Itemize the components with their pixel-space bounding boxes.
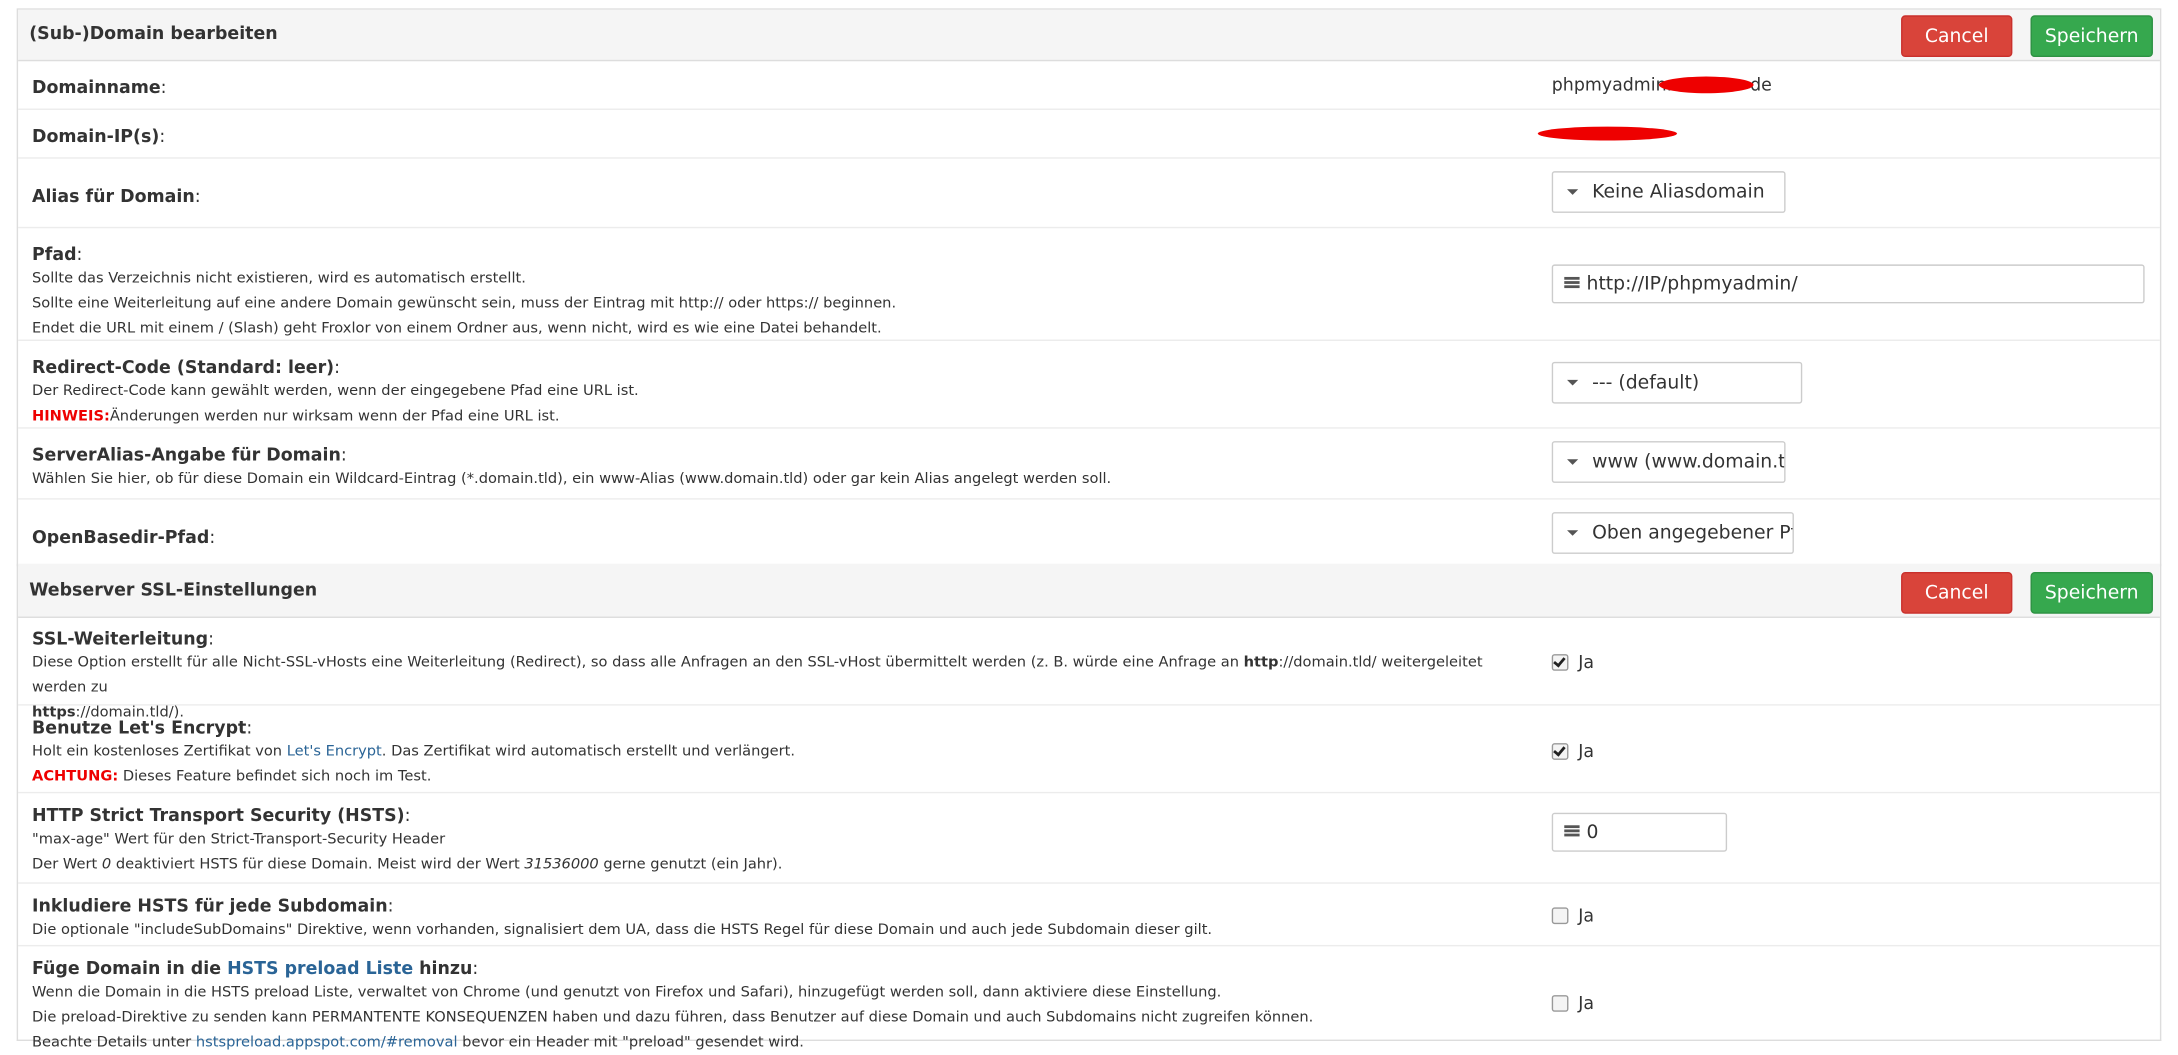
- redirect-hint: HINWEIS:Änderungen werden nur wirksam we…: [32, 407, 560, 425]
- ssl-redirect-label: SSL-Weiterleitung: [32, 627, 209, 649]
- hsts-subdomain-label: Inkludiere HSTS für jede Subdomain: [32, 894, 388, 916]
- domainname-label: Domainname: [32, 76, 161, 98]
- serveralias-desc: Wählen Sie hier, ob für diese Domain ein…: [32, 470, 1112, 488]
- redirect-code-select[interactable]: --- (default): [1551, 361, 1803, 404]
- ssl-redirect-desc: Diese Option erstellt für alle Nicht-SSL…: [32, 654, 1483, 696]
- ssl-settings-panel: Webserver SSL-Einstellungen Cancel Speic…: [16, 563, 2162, 1051]
- letsencrypt-label: Benutze Let's Encrypt: [32, 716, 247, 738]
- checkbox-checked-icon: [1551, 653, 1569, 671]
- row-pfad: Pfad: Sollte das Verzeichnis nicht exist…: [18, 228, 2160, 341]
- hsts-preload-desc: Die preload-Direktive zu senden kann PER…: [32, 1008, 1314, 1026]
- row-hsts-preload: Füge Domain in die HSTS preload Liste hi…: [18, 946, 2160, 1050]
- checkbox-unchecked-icon: [1551, 906, 1569, 924]
- redirect-label: Redirect-Code (Standard: leer): [32, 356, 335, 378]
- hsts-preload-checkbox[interactable]: Ja: [1551, 992, 1594, 1013]
- serveralias-select[interactable]: www (www.domain.tld): [1551, 441, 1786, 483]
- hsts-maxage-input[interactable]: 0: [1551, 812, 1728, 852]
- hsts-desc: "max-age" Wert für den Strict-Transport-…: [32, 830, 446, 848]
- chevron-down-icon: [1567, 189, 1579, 195]
- row-serveralias: ServerAlias-Angabe für Domain: Wählen Si…: [18, 429, 2160, 500]
- row-letsencrypt: Benutze Let's Encrypt: Holt ein kostenlo…: [18, 706, 2160, 794]
- checkbox-checked-icon: [1551, 742, 1569, 760]
- letsencrypt-desc: Holt ein kostenloses Zertifikat von Let'…: [32, 743, 796, 760]
- save-button[interactable]: Speichern: [2030, 15, 2153, 58]
- openbasedir-label: OpenBasedir-Pfad: [32, 526, 210, 547]
- chevron-down-icon: [1567, 379, 1579, 386]
- save-button[interactable]: Speichern: [2030, 571, 2153, 614]
- letsencrypt-link[interactable]: Let's Encrypt: [287, 743, 382, 760]
- hsts-preload-desc: Beachte Details unter hstspreload.appspo…: [32, 1034, 804, 1051]
- row-domain-ip: Domain-IP(s):: [18, 110, 2160, 159]
- row-alias: Alias für Domain: Keine Aliasdomain: [18, 159, 2160, 229]
- hsts-desc: Der Wert 0 deaktiviert HSTS für diese Do…: [32, 855, 783, 873]
- row-openbasedir: OpenBasedir-Pfad: Oben angegebener Pfad: [18, 500, 2160, 570]
- text-lines-icon: [1564, 825, 1580, 839]
- pfad-desc: Endet die URL mit einem / (Slash) geht F…: [32, 320, 882, 337]
- redaction-mark: [1658, 76, 1754, 94]
- row-hsts-subdomain: Inkludiere HSTS für jede Subdomain: Die …: [18, 884, 2160, 947]
- row-redirect: Redirect-Code (Standard: leer): Der Redi…: [18, 341, 2160, 429]
- openbasedir-select[interactable]: Oben angegebener Pfad: [1551, 512, 1794, 554]
- panel-title: Webserver SSL-Einstellungen: [29, 578, 318, 600]
- text-lines-icon: [1564, 276, 1580, 291]
- serveralias-label: ServerAlias-Angabe für Domain: [32, 443, 341, 465]
- chevron-down-icon: [1567, 530, 1579, 536]
- row-domainname: Domainname: phpmyadmin. de: [18, 61, 2160, 110]
- hsts-subdomain-desc: Die optionale "includeSubDomains" Direkt…: [32, 921, 1213, 939]
- letsencrypt-warning: ACHTUNG: Dieses Feature befindet sich no…: [32, 768, 432, 785]
- chevron-down-icon: [1567, 459, 1579, 465]
- panel-header: (Sub-)Domain bearbeiten Cancel Speichern: [18, 9, 2160, 62]
- pfad-input[interactable]: http://IP/phpmyadmin/: [1551, 264, 2145, 304]
- checkbox-unchecked-icon: [1551, 994, 1569, 1012]
- row-ssl-redirect: SSL-Weiterleitung: Diese Option erstellt…: [18, 618, 2160, 721]
- hsts-preload-label: Füge Domain in die HSTS preload Liste hi…: [32, 957, 473, 979]
- domain-ip-label: Domain-IP(s): [32, 125, 160, 147]
- panel-title: (Sub-)Domain bearbeiten: [29, 22, 278, 44]
- hsts-label: HTTP Strict Transport Security (HSTS): [32, 804, 405, 826]
- row-hsts: HTTP Strict Transport Security (HSTS): "…: [18, 793, 2160, 884]
- hsts-preload-link[interactable]: HSTS preload Liste: [227, 957, 413, 978]
- domain-edit-panel: (Sub-)Domain bearbeiten Cancel Speichern…: [16, 8, 2162, 567]
- cancel-button[interactable]: Cancel: [1901, 15, 2013, 58]
- alias-label: Alias für Domain: [32, 185, 195, 206]
- letsencrypt-checkbox[interactable]: Ja: [1551, 740, 1594, 761]
- cancel-button[interactable]: Cancel: [1901, 571, 2013, 614]
- ssl-redirect-checkbox[interactable]: Ja: [1551, 651, 1594, 672]
- pfad-desc: Sollte eine Weiterleitung auf eine ander…: [32, 295, 897, 312]
- pfad-desc: Sollte das Verzeichnis nicht existieren,…: [32, 269, 526, 287]
- alias-select[interactable]: Keine Aliasdomain: [1551, 171, 1786, 213]
- redaction-mark: [1537, 126, 1677, 141]
- hsts-preload-desc: Wenn die Domain in die HSTS preload List…: [32, 983, 1222, 1001]
- hsts-subdomain-checkbox[interactable]: Ja: [1551, 905, 1594, 925]
- redirect-desc: Der Redirect-Code kann gewählt werden, w…: [32, 382, 639, 400]
- panel-header: Webserver SSL-Einstellungen Cancel Speic…: [18, 563, 2160, 618]
- pfad-label: Pfad: [32, 243, 77, 265]
